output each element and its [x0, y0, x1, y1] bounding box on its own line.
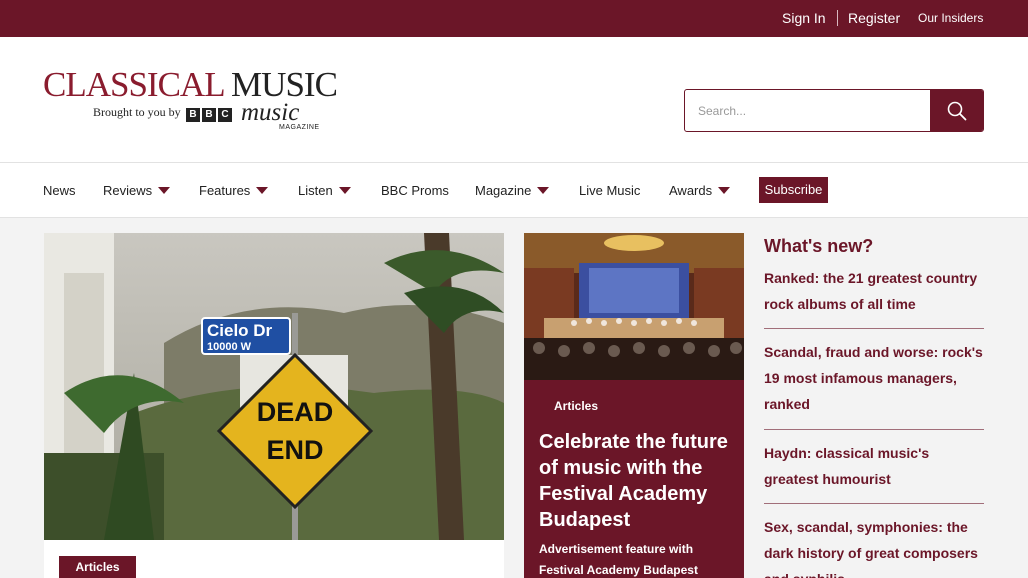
site-header: CLASSICAL MUSIC Brought to you by B B C … [0, 37, 1028, 163]
subscribe-button[interactable]: Subscribe [759, 177, 828, 203]
feature-article-card[interactable]: Articles Celebrate the future of music w… [524, 233, 744, 578]
nav-item-listen[interactable]: Listen [298, 183, 351, 198]
caret-down-icon [718, 187, 731, 194]
nav-label: Features [199, 183, 251, 198]
search-box [684, 89, 984, 132]
news-divider [764, 328, 984, 329]
bbc-letter: C [218, 108, 232, 122]
sign-number-text: 10000 W [207, 341, 252, 353]
nav-item-bbc-proms[interactable]: BBC Proms [381, 183, 449, 198]
sign-end-text: END [266, 435, 323, 465]
caret-down-icon [256, 187, 269, 194]
register-link[interactable]: Register [848, 10, 900, 26]
sign-street-text: Cielo Dr [207, 321, 273, 340]
hero-article-card[interactable]: Cielo Dr 10000 W DEAD END Articles [44, 233, 504, 578]
feature-title[interactable]: Celebrate the future of music with the F… [539, 429, 739, 533]
nav-item-magazine[interactable]: Magazine [475, 183, 550, 198]
nav-item-features[interactable]: Features [199, 183, 269, 198]
nav-label: Magazine [475, 183, 532, 198]
sign-in-link[interactable]: Sign In [782, 10, 826, 26]
whats-new-heading: What's new? [764, 236, 874, 256]
news-item-link[interactable]: Haydn: classical music's greatest humour… [764, 440, 984, 492]
bbc-logo: B B C [186, 108, 232, 122]
nav-label: Awards [669, 183, 713, 198]
nav-label: Listen [298, 183, 333, 198]
news-divider [764, 503, 984, 504]
nav-label: BBC Proms [381, 183, 449, 198]
hero-category-badge[interactable]: Articles [59, 556, 136, 578]
news-item-link[interactable]: Scandal, fraud and worse: rock's 19 most… [764, 339, 984, 417]
sign-dead-text: DEAD [257, 397, 334, 427]
logo-magazine-word: MAGAZINE [279, 124, 320, 131]
search-button[interactable] [930, 90, 983, 131]
search-input[interactable] [685, 90, 930, 131]
feature-image[interactable] [524, 233, 744, 380]
hero-image[interactable]: Cielo Dr 10000 W DEAD END [44, 233, 504, 540]
nav-item-awards[interactable]: Awards [669, 183, 731, 198]
logo-music-word: music [241, 99, 300, 126]
logo-tagline: Brought to you by [93, 105, 181, 119]
caret-down-icon [537, 187, 550, 194]
bbc-letter: B [186, 108, 200, 122]
search-icon [947, 101, 967, 120]
caret-down-icon [158, 187, 171, 194]
feature-subtitle: Advertisement feature with Festival Acad… [539, 542, 698, 577]
news-item-link[interactable]: Ranked: the 21 greatest country rock alb… [764, 265, 984, 317]
top-bar: Sign In Register Our Insiders [0, 0, 1028, 37]
our-insiders-link[interactable]: Our Insiders [918, 11, 983, 25]
caret-down-icon [338, 187, 351, 194]
nav-label: Reviews [103, 183, 153, 198]
feature-category-tag[interactable]: Articles [554, 399, 598, 413]
main-nav: News Reviews Features Listen BBC Proms M… [0, 163, 1028, 218]
bbc-letter: B [202, 108, 216, 122]
nav-item-live-music[interactable]: Live Music [579, 183, 640, 198]
news-divider [764, 429, 984, 430]
news-item-link[interactable]: Sex, scandal, symphonies: the dark histo… [764, 514, 984, 578]
whats-new-section: What's new? [764, 236, 984, 257]
nav-label: News [43, 183, 76, 198]
nav-item-reviews[interactable]: Reviews [103, 183, 171, 198]
site-logo[interactable]: CLASSICAL MUSIC Brought to you by B B C … [43, 65, 338, 135]
nav-item-news[interactable]: News [43, 183, 76, 198]
logo-title-classical: CLASSICAL [43, 65, 224, 104]
topbar-divider [837, 10, 838, 26]
nav-label: Live Music [579, 183, 641, 198]
